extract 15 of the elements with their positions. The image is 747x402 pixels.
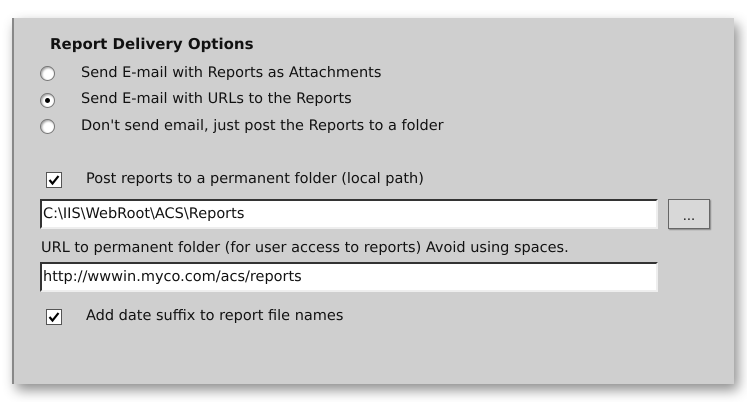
checkbox[interactable] bbox=[46, 172, 62, 188]
radio-button[interactable] bbox=[40, 92, 55, 108]
url-label: URL to permanent folder (for user access to reports) Avoid using spaces. bbox=[41, 238, 570, 258]
url-field[interactable]: http://wwwin.myco.com/acs/reports bbox=[40, 262, 658, 292]
radio-label: Don't send email, just post the Reports to a folder bbox=[81, 117, 444, 136]
radio-button[interactable] bbox=[40, 66, 55, 81]
radio-label: Send E-mail with URLs to the Reports bbox=[81, 90, 352, 110]
checkbox-label: Post reports to a permanent folder (local path) bbox=[86, 170, 424, 189]
section-title: Report Delivery Options bbox=[50, 34, 255, 55]
browse-button[interactable]: ... bbox=[668, 198, 710, 228]
checkbox-label: Add date suffix to report file names bbox=[86, 307, 344, 326]
radio-label: Send E-mail with Reports as Attachments bbox=[81, 64, 382, 82]
path-field[interactable]: C:\IIS\WebRoot\ACS\Reports bbox=[40, 198, 658, 228]
radio-button[interactable] bbox=[40, 119, 55, 134]
checkbox[interactable] bbox=[46, 309, 62, 326]
